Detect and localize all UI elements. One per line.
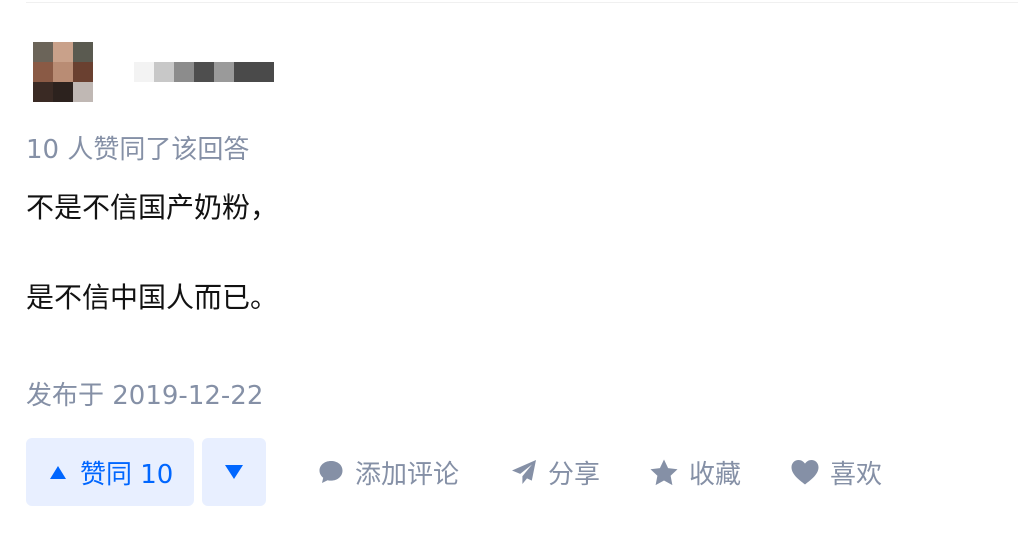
author-name-blurred[interactable] [134,62,274,82]
paper-plane-icon [512,460,537,484]
avatar[interactable] [33,42,93,102]
heart-icon [791,460,819,485]
published-date[interactable]: 发布于 2019-12-22 [26,377,263,415]
share-label: 分享 [548,459,601,490]
content-paragraph: 是不信中国人而已。 [26,281,279,314]
star-icon [650,459,678,486]
triangle-down-icon [225,465,243,479]
voters-count[interactable]: 10 人赞同了该回答 [26,131,249,169]
answer-content: 不是不信国产奶粉， 是不信中国人而已。 [26,187,278,319]
upvote-label: 赞同 10 [80,459,174,490]
upvote-button[interactable]: 赞同 10 [26,438,194,506]
share-button[interactable]: 分享 [510,454,600,491]
comment-button[interactable]: 添加评论 [317,454,459,491]
triangle-up-icon [50,465,66,479]
comment-label: 添加评论 [355,459,460,490]
like-button[interactable]: 喜欢 [790,454,882,491]
top-divider [26,2,1018,3]
like-label: 喜欢 [830,459,883,490]
author-info [33,42,274,102]
favorite-button[interactable]: 收藏 [649,454,741,491]
downvote-button[interactable] [202,438,266,506]
action-bar: 赞同 10 添加评论 分享 收藏 喜欢 [26,438,882,506]
content-paragraph: 不是不信国产奶粉， [26,191,279,224]
favorite-label: 收藏 [689,459,742,490]
comment-bubble-icon [319,461,343,483]
